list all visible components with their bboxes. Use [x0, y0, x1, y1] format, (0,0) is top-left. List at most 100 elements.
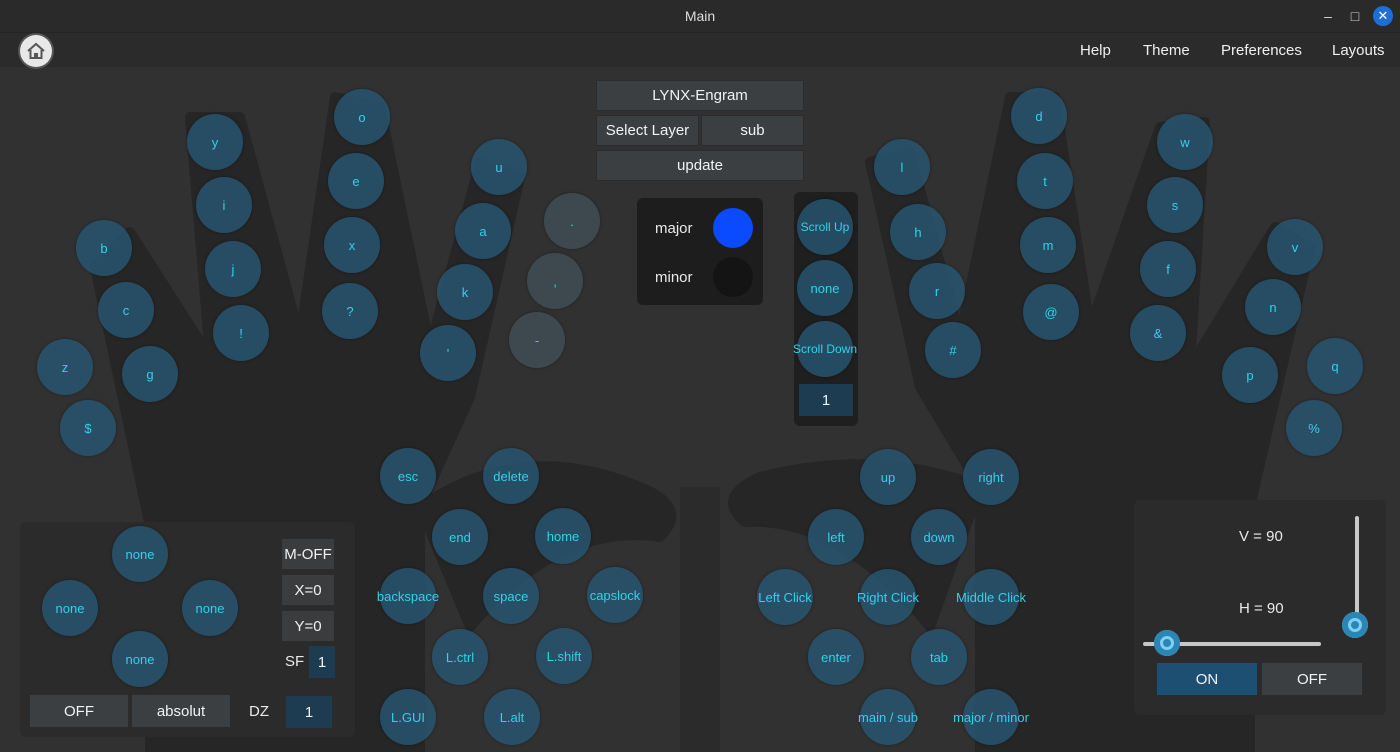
menu-layouts[interactable]: Layouts	[1332, 42, 1385, 59]
key-p[interactable]: p	[1222, 347, 1278, 403]
minor-label: minor	[655, 269, 693, 286]
key-u[interactable]: u	[471, 139, 527, 195]
keyboard-stage: b c z $ y i j ! g o e x ? u a k ' . , - …	[0, 67, 1400, 752]
key-tab[interactable]: tab	[911, 629, 967, 685]
key-capslock[interactable]: capslock	[587, 567, 643, 623]
key-x[interactable]: x	[324, 217, 380, 273]
key-d[interactable]: d	[1011, 88, 1067, 144]
key-w[interactable]: w	[1157, 114, 1213, 170]
key-end[interactable]: end	[432, 509, 488, 565]
sf-label: SF	[285, 653, 305, 670]
sf-field[interactable]: 1	[309, 646, 335, 678]
key-z[interactable]: z	[37, 339, 93, 395]
key-y[interactable]: y	[187, 114, 243, 170]
key-scroll-up[interactable]: Scroll Up	[797, 199, 853, 255]
key-k[interactable]: k	[437, 264, 493, 320]
key-m[interactable]: m	[1020, 217, 1076, 273]
major-label: major	[655, 220, 693, 237]
key-question[interactable]: ?	[322, 283, 378, 339]
key-space[interactable]: space	[483, 568, 539, 624]
key-backspace[interactable]: backspace	[377, 568, 439, 624]
key-middle-click[interactable]: Middle Click	[956, 569, 1026, 625]
layout-name-display[interactable]: LYNX-Engram	[596, 80, 804, 111]
servo-on-button[interactable]: ON	[1156, 662, 1258, 696]
key-lshift[interactable]: L.shift	[536, 628, 592, 684]
minor-indicator	[713, 257, 753, 297]
key-j[interactable]: j	[205, 241, 261, 297]
close-icon[interactable]: ✕	[1373, 6, 1393, 26]
key-a[interactable]: a	[455, 203, 511, 259]
major-indicator	[713, 208, 753, 248]
select-layer-button[interactable]: Select Layer	[596, 115, 699, 146]
key-right[interactable]: right	[963, 449, 1019, 505]
key-t[interactable]: t	[1017, 153, 1073, 209]
h-slider-handle[interactable]	[1154, 630, 1181, 656]
dz-field[interactable]: 1	[286, 696, 332, 728]
key-hash[interactable]: #	[925, 322, 981, 378]
key-h[interactable]: h	[890, 204, 946, 260]
key-home[interactable]: home	[535, 508, 591, 564]
key-exclamation[interactable]: !	[213, 305, 269, 361]
key-dollar[interactable]: $	[60, 400, 116, 456]
window-title: Main	[684, 8, 716, 24]
key-scroll-none[interactable]: none	[797, 260, 853, 316]
menu-help[interactable]: Help	[1080, 42, 1111, 59]
key-n[interactable]: n	[1245, 279, 1301, 335]
joystick-right[interactable]: none	[182, 580, 238, 636]
key-right-click[interactable]: Right Click	[857, 569, 919, 625]
key-lgui[interactable]: L.GUI	[380, 689, 436, 745]
absolut-button[interactable]: absolut	[131, 694, 231, 728]
mouse-off-button[interactable]: M-OFF	[281, 538, 335, 570]
key-s[interactable]: s	[1147, 177, 1203, 233]
key-e[interactable]: e	[328, 153, 384, 209]
key-c[interactable]: c	[98, 282, 154, 338]
key-f[interactable]: f	[1140, 241, 1196, 297]
scroll-speed-field[interactable]: 1	[799, 384, 853, 416]
key-left-click[interactable]: Left Click	[757, 569, 813, 625]
key-lctrl[interactable]: L.ctrl	[432, 629, 488, 685]
key-main-sub[interactable]: main / sub	[858, 689, 918, 745]
servo-off-button[interactable]: OFF	[1261, 662, 1363, 696]
menu-theme[interactable]: Theme	[1143, 42, 1190, 59]
key-dash[interactable]: -	[509, 312, 565, 368]
key-scroll-down[interactable]: Scroll Down	[793, 321, 857, 377]
key-o[interactable]: o	[334, 89, 390, 145]
v-angle-label: V = 90	[1239, 528, 1283, 545]
home-button[interactable]	[20, 35, 52, 67]
key-apostrophe[interactable]: '	[420, 325, 476, 381]
key-percent[interactable]: %	[1286, 400, 1342, 456]
mode-indicator-panel: major minor	[637, 198, 763, 305]
home-icon	[27, 42, 45, 59]
key-l[interactable]: l	[874, 139, 930, 195]
joystick-up[interactable]: none	[112, 526, 168, 582]
key-esc[interactable]: esc	[380, 448, 436, 504]
x-value-display: X=0	[281, 574, 335, 606]
key-major-minor[interactable]: major / minor	[953, 689, 1029, 745]
key-ampersand[interactable]: &	[1130, 305, 1186, 361]
key-q[interactable]: q	[1307, 338, 1363, 394]
update-button[interactable]: update	[596, 150, 804, 181]
key-g[interactable]: g	[122, 346, 178, 402]
maximize-icon[interactable]: □	[1345, 6, 1365, 26]
key-r[interactable]: r	[909, 263, 965, 319]
joystick-off-button[interactable]: OFF	[29, 694, 129, 728]
key-lalt[interactable]: L.alt	[484, 689, 540, 745]
key-period[interactable]: .	[544, 193, 600, 249]
key-up[interactable]: up	[860, 449, 916, 505]
menu-preferences[interactable]: Preferences	[1221, 42, 1302, 59]
layer-selector[interactable]: sub	[701, 115, 804, 146]
key-v[interactable]: v	[1267, 219, 1323, 275]
y-value-display: Y=0	[281, 610, 335, 642]
key-enter[interactable]: enter	[808, 629, 864, 685]
key-b[interactable]: b	[76, 220, 132, 276]
joystick-down[interactable]: none	[112, 631, 168, 687]
key-down[interactable]: down	[911, 509, 967, 565]
joystick-left[interactable]: none	[42, 580, 98, 636]
key-delete[interactable]: delete	[483, 448, 539, 504]
key-comma[interactable]: ,	[527, 253, 583, 309]
v-slider-handle[interactable]	[1342, 612, 1368, 638]
minimize-icon[interactable]: –	[1318, 6, 1338, 26]
key-at[interactable]: @	[1023, 284, 1079, 340]
key-i[interactable]: i	[196, 177, 252, 233]
key-left[interactable]: left	[808, 509, 864, 565]
